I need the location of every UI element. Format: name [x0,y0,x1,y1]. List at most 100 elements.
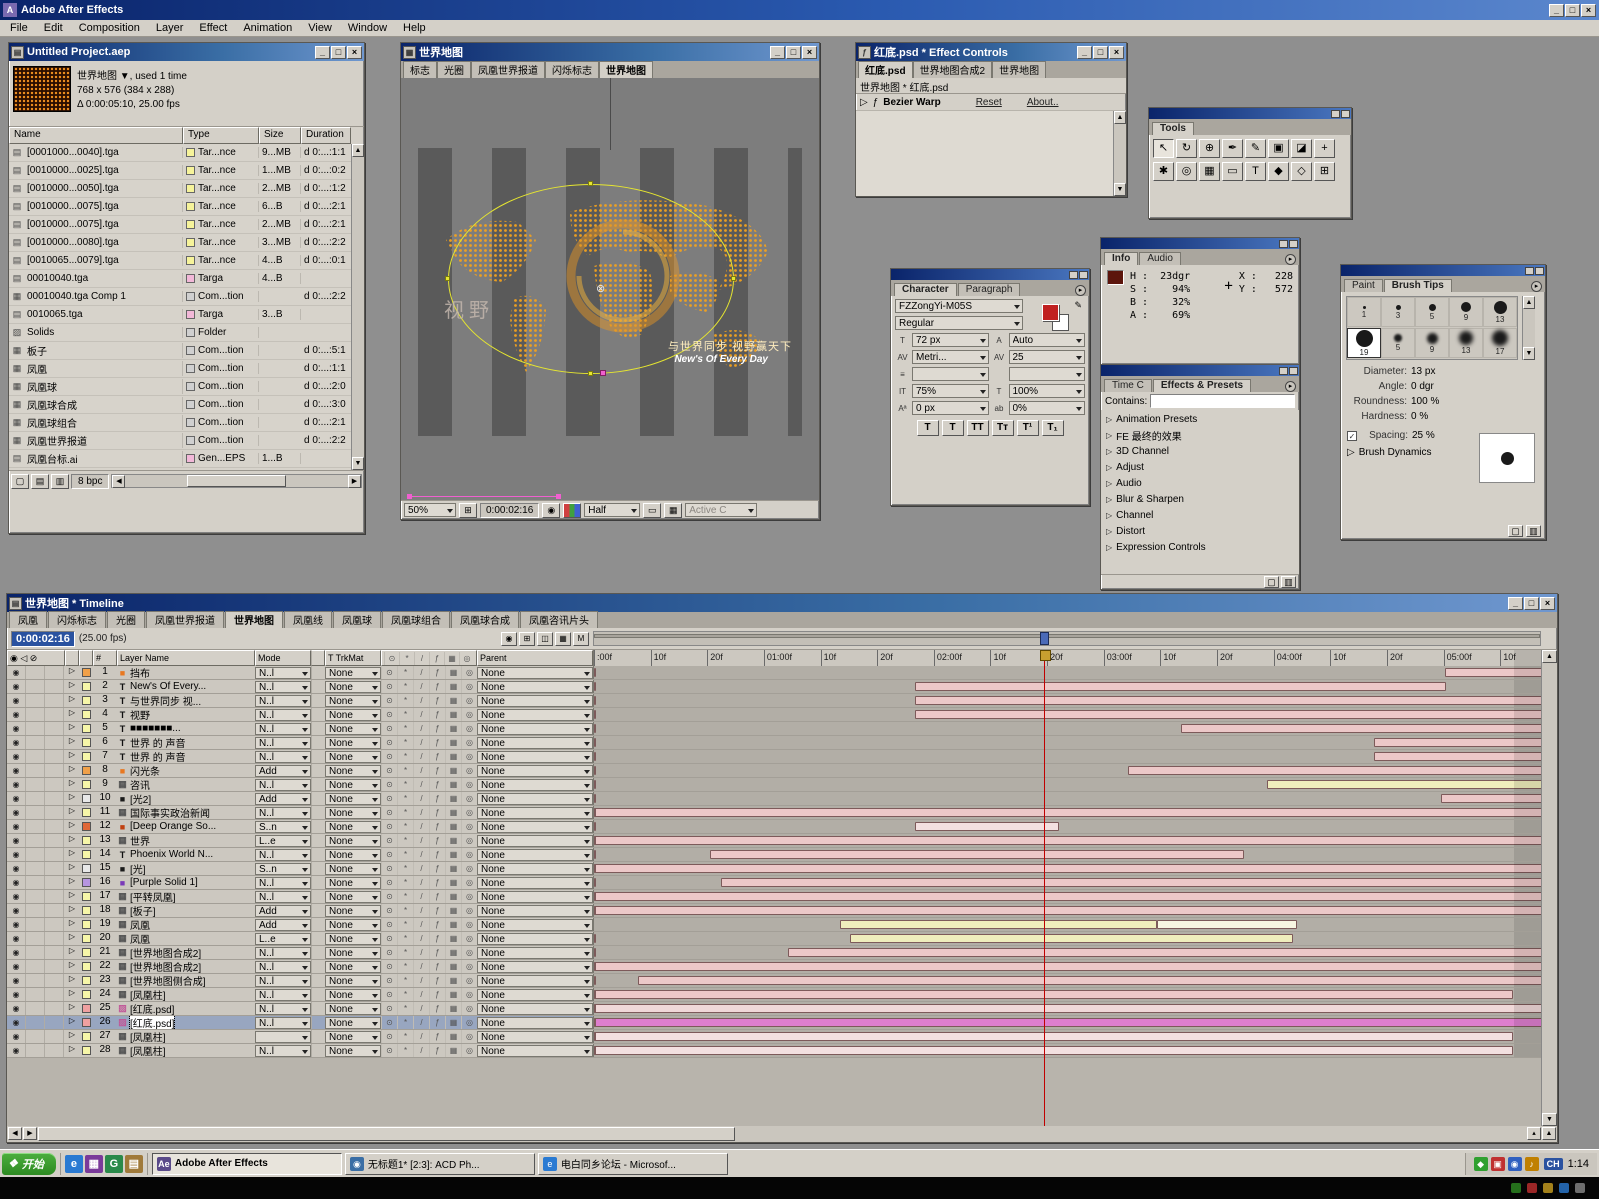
taskbar-task-button[interactable]: e 电白同乡论坛 - Microsof... [538,1153,728,1175]
eyedropper-icon[interactable]: ✎ [1074,300,1082,311]
layer-name[interactable]: [凤凰柱] [130,988,166,1001]
app-minimize-button[interactable]: _ [1549,4,1564,17]
layer-label-swatch[interactable] [79,932,93,945]
tab-audio[interactable]: Audio [1139,252,1181,265]
effect-name[interactable]: Bezier Warp [883,97,940,108]
layer-mode-select[interactable]: N..l [255,849,311,861]
project-row[interactable]: ▦ 凤凰球组合 Com...tion d 0:...:2:1 [9,414,364,432]
type-style-button[interactable]: T¹ [1017,420,1039,436]
layer-parent-select[interactable]: None [477,751,593,763]
layer-parent-select[interactable]: None [477,737,593,749]
layer-audio-toggle[interactable] [26,1044,45,1057]
layer-track[interactable] [593,680,1557,693]
layer-lock-toggle[interactable] [45,1016,64,1029]
quick-launch-icon[interactable]: G [105,1155,123,1173]
layer-expand-arrow[interactable]: ▷ [65,960,79,973]
layer-duration-bar[interactable] [594,738,596,747]
layer-visibility-toggle[interactable]: ◉ [7,876,26,889]
layer-row[interactable]: ◉ ▷ 8 ■ 闪光条 Add None [7,764,1557,778]
parent-header[interactable]: Parent [477,650,593,666]
layer-lock-toggle[interactable] [45,848,64,861]
layer-name[interactable]: 世界 的 声音 [130,750,186,763]
project-row[interactable]: ▦ 板子 Com...tion d 0:...:5:1 [9,342,364,360]
layer-switches[interactable]: ⊙*/ƒ▦◎ [381,834,477,847]
taskbar-task-button[interactable]: Ae Adobe After Effects [152,1153,342,1175]
layer-audio-toggle[interactable] [26,1030,45,1043]
layer-duration-bar[interactable] [594,752,596,761]
layer-row[interactable]: ◉ ▷ 20 ▦ 凤凰 L..e None [7,932,1557,946]
project-row[interactable]: ▦ 00010040.tga Comp 1 Com...tion d 0:...… [9,288,364,306]
menu-item[interactable]: Help [395,21,434,35]
brush-property-row[interactable]: Angle: 0 dgr [1347,379,1539,394]
brush-preset[interactable]: 19 [1347,328,1381,358]
layer-expand-arrow[interactable]: ▷ [65,918,79,931]
number-header[interactable]: # [93,650,117,666]
layer-row[interactable]: ◉ ▷ 12 ■ [Deep Orange So... S..n [7,820,1557,834]
layer-parent-select[interactable]: None [477,779,593,791]
layer-row[interactable]: ◉ ▷ 6 T 世界 的 声音 N..l None [7,736,1557,750]
scroll-down-icon[interactable]: ▼ [1542,1113,1557,1126]
layer-row[interactable]: ◉ ▷ 16 ■ [Purple Solid 1] N..l [7,876,1557,890]
layer-expand-arrow[interactable]: ▷ [65,666,79,679]
preset-category-row[interactable]: ▷ Adjust [1101,459,1299,475]
tool-button[interactable]: ↻ [1176,139,1197,158]
layer-duration-bar[interactable] [594,668,596,677]
layer-mode-select[interactable]: Add [255,765,311,777]
layer-preserve-toggle[interactable] [311,974,325,987]
tab-tools[interactable]: Tools [1152,122,1194,135]
layer-track[interactable] [593,960,1557,973]
layer-trkmat-select[interactable]: None [325,807,381,819]
layer-trkmat-select[interactable]: None [325,751,381,763]
layer-duration-bar[interactable] [594,948,596,957]
label-swatch[interactable] [186,454,195,463]
layer-label-swatch[interactable] [79,848,93,861]
layer-lock-toggle[interactable] [45,708,64,721]
layer-lock-toggle[interactable] [45,792,64,805]
project-row[interactable]: ▦ 凤凰球 Com...tion d 0:...:2:0 [9,378,364,396]
layer-lock-toggle[interactable] [45,722,64,735]
scroll-up-icon[interactable]: ▲ [1114,111,1126,124]
layer-trkmat-select[interactable]: None [325,961,381,973]
layer-track[interactable] [593,876,1557,889]
timeline-comp-tab[interactable]: 凤凰咨讯片头 [520,611,598,628]
layer-track[interactable] [593,666,1557,679]
layer-lock-toggle[interactable] [45,960,64,973]
layer-parent-select[interactable]: None [477,863,593,875]
layer-label-swatch[interactable] [79,736,93,749]
selection-handle-left[interactable] [445,276,450,281]
layer-mode-select[interactable]: N..l [255,695,311,707]
layer-duration-bar[interactable] [594,864,1557,873]
layer-name[interactable]: [光] [130,862,146,875]
panel-menu-icon[interactable]: ▸ [1285,254,1296,265]
brush-property-row[interactable]: Roundness: 100 % [1347,394,1539,409]
layer-track[interactable] [593,904,1557,917]
layer-expand-arrow[interactable]: ▷ [65,904,79,917]
layer-visibility-toggle[interactable]: ◉ [7,946,26,959]
palette-close-icon[interactable] [1535,267,1544,275]
layer-label-swatch[interactable] [79,722,93,735]
layer-switches[interactable]: ⊙*/ƒ▦◎ [381,1044,477,1057]
layer-duration-bar[interactable] [1267,780,1552,789]
type-style-button[interactable]: T [917,420,939,436]
current-time-handle[interactable] [1040,632,1049,645]
tab-character[interactable]: Character [894,283,957,296]
layer-trkmat-select[interactable]: None [325,1003,381,1015]
layer-duration-bar[interactable] [915,710,1557,719]
project-row[interactable]: ▤ 凤凰台标.ai Gen...EPS 1...B [9,450,364,468]
layer-preserve-toggle[interactable] [311,778,325,791]
layer-lock-toggle[interactable] [45,750,64,763]
layer-row[interactable]: ◉ ▷ 21 ▦ [世界地图合成2] N..l None [7,946,1557,960]
layer-switches[interactable]: ⊙*/ƒ▦◎ [381,680,477,693]
layer-duration-bar[interactable] [594,1018,596,1027]
tab-paint[interactable]: Paint [1344,279,1383,292]
anchor-point-icon[interactable]: ⊗ [596,282,605,295]
layer-preserve-toggle[interactable] [311,988,325,1001]
layer-duration-bar[interactable] [594,1032,1513,1041]
layer-mode-select[interactable]: N..l [255,723,311,735]
paint-titlebar[interactable] [1341,265,1545,276]
brush-preset[interactable]: 13 [1449,328,1483,358]
layer-visibility-toggle[interactable]: ◉ [7,960,26,973]
layer-name[interactable]: 挡布 [130,666,150,679]
comp-viewer[interactable]: ⊗ 视野 与世界同步 视野赢天下 New's Of Every Day [401,78,819,500]
layer-trkmat-select[interactable]: None [325,695,381,707]
